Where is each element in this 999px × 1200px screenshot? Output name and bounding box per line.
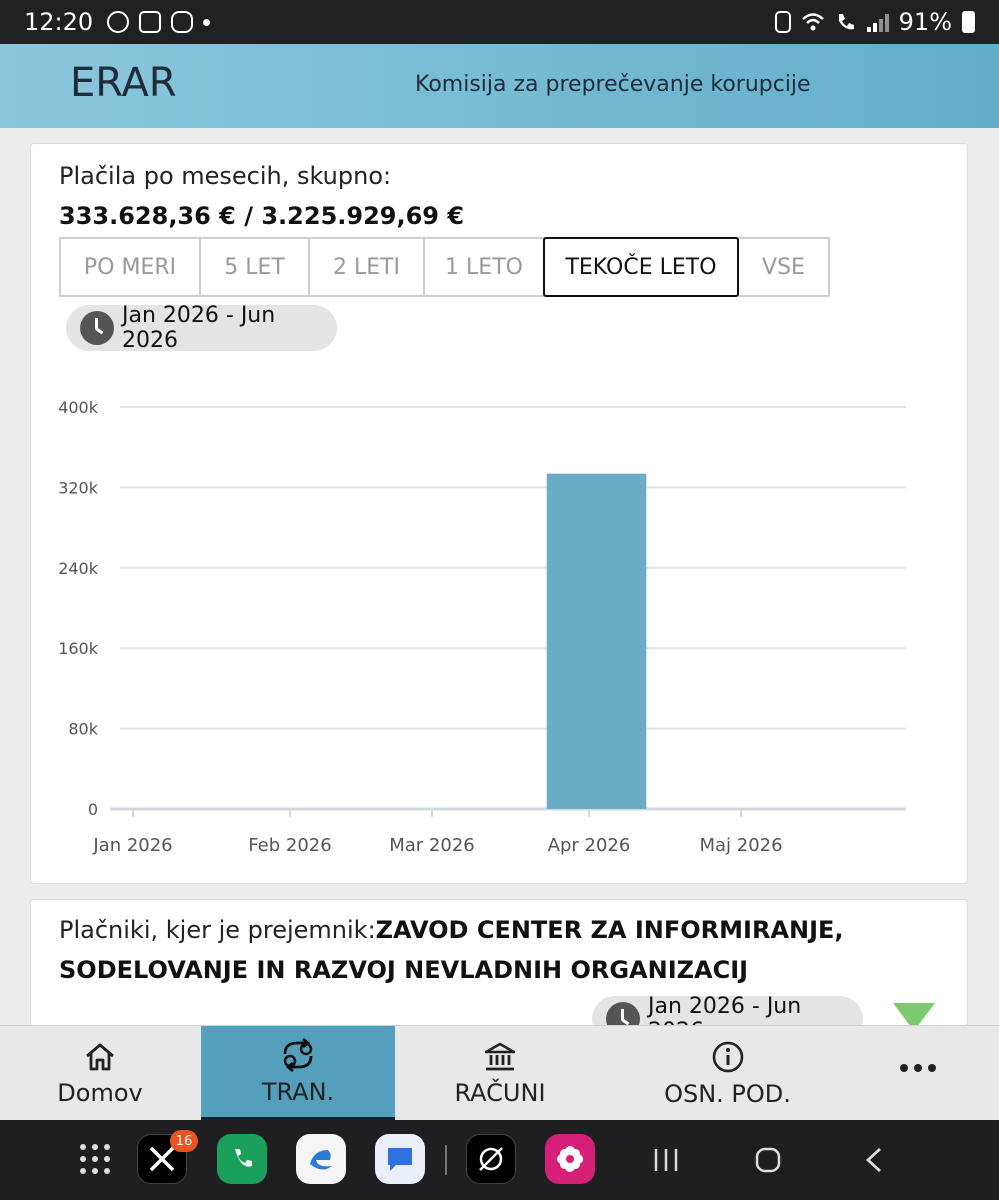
checkbox-notification-icon bbox=[139, 11, 162, 33]
app-logo[interactable]: ERAR bbox=[70, 60, 177, 106]
range-button-current-year[interactable]: TEKOČE LETO bbox=[543, 237, 739, 297]
taskbar-divider bbox=[445, 1145, 447, 1175]
bank-icon bbox=[484, 1042, 516, 1070]
nav-accounts-label: RAČUNI bbox=[454, 1078, 546, 1107]
status-time: 12:20 bbox=[24, 8, 94, 36]
x-tick-label: Mar 2026 bbox=[389, 835, 475, 856]
x-notification-badge: 16 bbox=[170, 1130, 198, 1152]
recent-apps-icon[interactable] bbox=[652, 1146, 680, 1174]
organization-name: Komisija za preprečevanje korupcije bbox=[415, 72, 811, 97]
payers-heading: Plačniki, kjer je prejemnik:ZAVOD CENTER… bbox=[59, 910, 919, 990]
flower-app-icon[interactable] bbox=[545, 1134, 595, 1184]
battery-saver-icon bbox=[774, 11, 791, 33]
app-header: ERAR Komisija za preprečevanje korupcije bbox=[0, 44, 999, 128]
back-icon[interactable] bbox=[860, 1146, 888, 1174]
nothing-app-icon[interactable] bbox=[466, 1134, 516, 1184]
nav-accounts[interactable]: RAČUNI bbox=[425, 1026, 575, 1121]
phone-app-icon[interactable] bbox=[217, 1134, 267, 1184]
monthly-payments-chart: 0 80k 160k 240k 320k 400k Jan 2026 Feb 2026 Mar… bbox=[58, 398, 906, 856]
y-tick-label: 400k bbox=[58, 398, 99, 417]
transactions-icon bbox=[283, 1037, 313, 1072]
y-tick-label: 80k bbox=[68, 720, 98, 739]
signal-icon bbox=[866, 12, 889, 32]
battery-percent: 91% bbox=[898, 8, 952, 36]
wifi-icon bbox=[801, 13, 824, 31]
app-notification-icon bbox=[171, 11, 194, 33]
viber-icon bbox=[107, 11, 130, 33]
x-tick-label: Maj 2026 bbox=[699, 835, 782, 856]
info-icon bbox=[712, 1041, 743, 1072]
x-tick-label: Feb 2026 bbox=[248, 835, 331, 856]
nav-basic-data-label: OSN. POD. bbox=[664, 1079, 791, 1108]
edge-app-icon[interactable] bbox=[296, 1134, 346, 1184]
x-tick-label: Apr 2026 bbox=[548, 835, 631, 856]
y-tick-label: 0 bbox=[88, 800, 98, 819]
nav-home[interactable]: Domov bbox=[35, 1026, 165, 1121]
more-dots-icon[interactable] bbox=[900, 1064, 936, 1072]
status-bar: 12:20 91% bbox=[0, 0, 999, 44]
nav-home-label: Domov bbox=[57, 1078, 143, 1107]
messages-app-icon[interactable] bbox=[375, 1134, 425, 1184]
nav-basic-data[interactable]: OSN. POD. bbox=[640, 1026, 815, 1121]
bottom-navigation: Domov TRAN. RAČUNI OSN. POD. bbox=[0, 1025, 999, 1121]
app-drawer-icon[interactable] bbox=[78, 1142, 112, 1176]
wifi-call-icon bbox=[838, 14, 854, 30]
system-navigation-bar bbox=[0, 1120, 999, 1200]
y-tick-label: 320k bbox=[58, 478, 99, 497]
payers-label: Plačniki, kjer je prejemnik: bbox=[59, 916, 376, 944]
y-tick-label: 240k bbox=[58, 559, 99, 578]
home-icon bbox=[86, 1043, 114, 1070]
bar-apr-2026[interactable] bbox=[546, 473, 647, 809]
home-button-icon[interactable] bbox=[754, 1146, 782, 1174]
x-tick-label: Jan 2026 bbox=[92, 835, 172, 856]
y-tick-label: 160k bbox=[58, 639, 99, 658]
more-notifications-icon bbox=[203, 18, 211, 26]
nav-transactions[interactable]: TRAN. bbox=[201, 1026, 395, 1121]
battery-icon bbox=[962, 11, 975, 33]
nav-transactions-label: TRAN. bbox=[261, 1077, 335, 1106]
